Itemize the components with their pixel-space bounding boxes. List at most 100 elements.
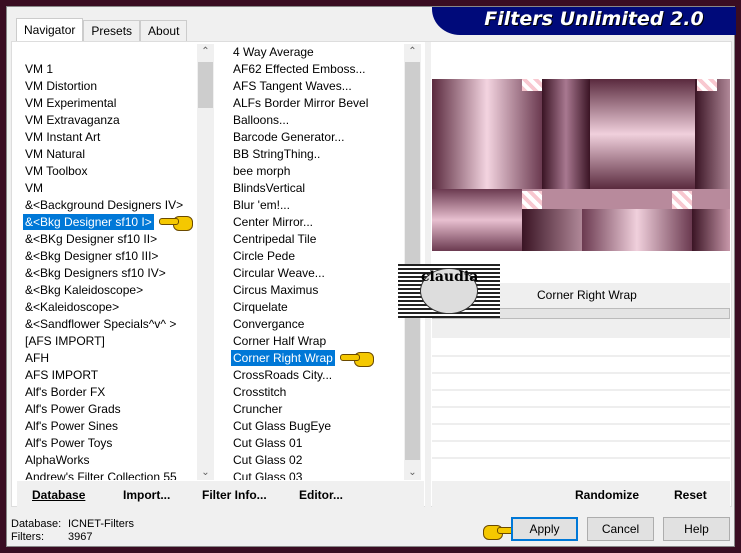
list-item[interactable]: AFS IMPORT [17, 367, 195, 384]
list-item[interactable] [17, 44, 195, 61]
list-item[interactable]: AFH [17, 350, 195, 367]
filter-info-button[interactable]: Filter Info... [202, 488, 267, 502]
list-item[interactable]: VM [17, 180, 195, 197]
list-item[interactable]: Circular Weave... [225, 265, 403, 282]
window-title: Filters Unlimited 2.0 [432, 7, 736, 35]
list-item-label: Alf's Power Sines [25, 419, 118, 433]
list-item-label: VM 1 [25, 62, 54, 76]
list-item-label: Circular Weave... [233, 266, 325, 280]
list-item-label: VM Toolbox [25, 164, 88, 178]
list-item[interactable]: Alf's Power Grads [17, 401, 195, 418]
list-item-label: Alf's Border FX [25, 385, 106, 399]
scroll-down-icon[interactable]: ⌄ [197, 467, 214, 478]
list-item-label: Crosstitch [233, 385, 287, 399]
list-item[interactable]: &<Bkg Kaleidoscope> [17, 282, 195, 299]
list-item-label: Andrew's Filter Collection 55 [25, 470, 177, 480]
list-item[interactable]: &<Bkg Designers sf10 IV> [17, 265, 195, 282]
filters-unlimited-window: Filters Unlimited 2.0 Navigator Presets … [6, 6, 736, 547]
scroll-thumb[interactable] [405, 62, 420, 460]
list-item[interactable]: Corner Right Wrap [225, 350, 403, 367]
list-item[interactable]: ALFs Border Mirror Bevel [225, 95, 403, 112]
list-item[interactable]: VM Experimental [17, 95, 195, 112]
list-item[interactable]: VM 1 [17, 61, 195, 78]
category-scrollbar[interactable]: ⌃ ⌄ [197, 44, 214, 480]
scroll-thumb[interactable] [198, 62, 213, 108]
tab-about[interactable]: About [140, 20, 188, 41]
left-toolbar: Database Import... Filter Info... Editor… [17, 481, 424, 509]
filter-list[interactable]: 4 Way Average AF62 Effected Emboss... AFS … [225, 44, 403, 480]
list-item[interactable]: Cirquelate [225, 299, 403, 316]
filter-scrollbar[interactable]: ⌃ ⌄ [404, 44, 421, 480]
list-item[interactable]: Alf's Power Sines [17, 418, 195, 435]
list-item[interactable]: Circus Maximus [225, 282, 403, 299]
list-item-label: VM Extravaganza [25, 113, 120, 127]
list-item[interactable]: VM Extravaganza [17, 112, 195, 129]
filters-count: 3967 [68, 531, 93, 543]
randomize-button[interactable]: Randomize [575, 488, 639, 502]
list-item[interactable]: Alf's Border FX [17, 384, 195, 401]
list-item[interactable]: VM Natural [17, 146, 195, 163]
list-item-label: ALFs Border Mirror Bevel [233, 96, 369, 110]
list-item[interactable]: Circle Pede [225, 248, 403, 265]
tab-presets[interactable]: Presets [83, 20, 141, 41]
list-item-label: Circle Pede [233, 249, 296, 263]
list-item[interactable]: Alf's Power Toys [17, 435, 195, 452]
list-item[interactable]: &<BKg Designer sf10 II> [17, 231, 195, 248]
list-item[interactable]: Cruncher [225, 401, 403, 418]
navigator-panel: VM 1 VM Distortion VM Experimental VM Extra… [11, 41, 732, 509]
list-item-label: &<Kaleidoscope> [25, 300, 120, 314]
list-item[interactable]: BlindsVertical [225, 180, 403, 197]
list-item[interactable]: VM Toolbox [17, 163, 195, 180]
list-item[interactable]: VM Instant Art [17, 129, 195, 146]
list-item[interactable]: Barcode Generator... [225, 129, 403, 146]
list-item[interactable]: Centripedal Tile [225, 231, 403, 248]
help-button[interactable]: Help [663, 517, 730, 541]
apply-button[interactable]: Apply [511, 517, 578, 541]
list-item[interactable]: Center Mirror... [225, 214, 403, 231]
list-item[interactable]: AF62 Effected Emboss... [225, 61, 403, 78]
list-item[interactable]: AFS Tangent Waves... [225, 78, 403, 95]
list-item-label: AFS IMPORT [25, 368, 99, 382]
list-item[interactable]: AlphaWorks [17, 452, 195, 469]
status-info: Database: ICNET-Filters Filters: 3967 [11, 518, 134, 544]
list-item[interactable]: &<Sandflower Specials^v^ > [17, 316, 195, 333]
list-item[interactable]: Andrew's Filter Collection 55 [17, 469, 195, 480]
list-item[interactable]: BB StringThing.. [225, 146, 403, 163]
list-item[interactable]: Balloons... [225, 112, 403, 129]
import-button[interactable]: Import... [123, 488, 170, 502]
scroll-up-icon[interactable]: ⌃ [197, 46, 214, 57]
list-item[interactable]: Cut Glass 01 [225, 435, 403, 452]
list-item-label: Circus Maximus [233, 283, 319, 297]
list-item[interactable]: Cut Glass 03 [225, 469, 403, 480]
scroll-down-icon[interactable]: ⌄ [404, 467, 421, 478]
list-item-label: bee morph [233, 164, 291, 178]
list-item[interactable]: bee morph [225, 163, 403, 180]
watermark-logo: claudia [398, 264, 500, 318]
list-item[interactable]: VM Distortion [17, 78, 195, 95]
scroll-up-icon[interactable]: ⌃ [404, 46, 421, 57]
list-item[interactable]: Cut Glass BugEye [225, 418, 403, 435]
reset-button[interactable]: Reset [674, 488, 707, 502]
list-item-label: AF62 Effected Emboss... [233, 62, 366, 76]
list-item-label: Convergance [233, 317, 305, 331]
database-label: Database: [11, 518, 62, 530]
list-item[interactable]: [AFS IMPORT] [17, 333, 195, 350]
list-item-label: AlphaWorks [25, 453, 90, 467]
pointing-hand-icon [159, 212, 193, 232]
database-button[interactable]: Database [32, 488, 85, 502]
list-item-label: VM Natural [25, 147, 86, 161]
list-item-label: Balloons... [233, 113, 290, 127]
list-item[interactable]: Crosstitch [225, 384, 403, 401]
category-list[interactable]: VM 1 VM Distortion VM Experimental VM Extra… [17, 44, 195, 480]
list-item[interactable]: &<Kaleidoscope> [17, 299, 195, 316]
list-item[interactable]: Blur 'em!... [225, 197, 403, 214]
list-item[interactable]: Cut Glass 02 [225, 452, 403, 469]
list-item[interactable]: Corner Half Wrap [225, 333, 403, 350]
list-item[interactable]: &<Bkg Designer sf10 III> [17, 248, 195, 265]
list-item[interactable]: Convergance [225, 316, 403, 333]
cancel-button[interactable]: Cancel [587, 517, 654, 541]
tab-navigator[interactable]: Navigator [16, 18, 84, 42]
list-item[interactable]: 4 Way Average [225, 44, 403, 61]
editor-button[interactable]: Editor... [299, 488, 343, 502]
list-item[interactable]: CrossRoads City... [225, 367, 403, 384]
